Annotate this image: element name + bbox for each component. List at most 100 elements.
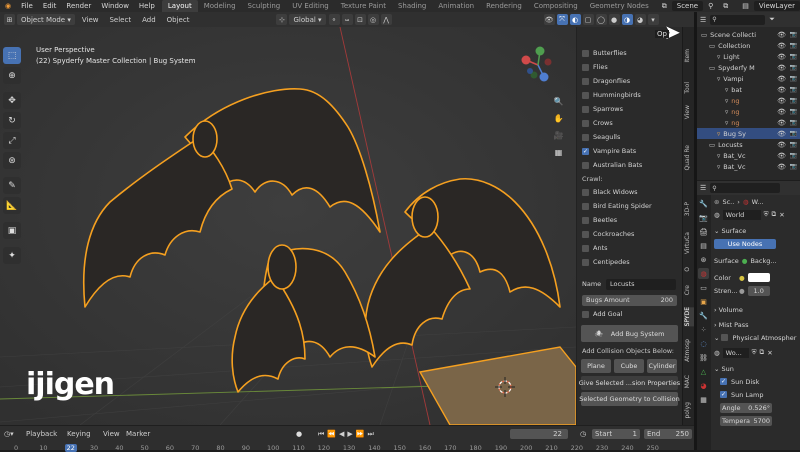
- eye-icon[interactable]: 👁: [777, 130, 786, 138]
- outliner-row[interactable]: ▿ Vampi 👁 📷: [697, 73, 800, 84]
- overlays-icon[interactable]: ◐: [569, 14, 581, 25]
- transform-icon[interactable]: ⊛: [3, 152, 21, 169]
- add-cube-icon[interactable]: ▣: [3, 222, 21, 239]
- view-layer-tab-icon[interactable]: ▤: [698, 240, 709, 251]
- marker-menu[interactable]: Marker: [126, 430, 150, 438]
- eye-icon[interactable]: 👁: [777, 108, 786, 116]
- atmosphere-world-field[interactable]: Wo...: [722, 347, 749, 358]
- fly-bug-checkbox[interactable]: [582, 105, 589, 113]
- shading-options-icon[interactable]: ▾: [647, 14, 659, 25]
- eye-icon[interactable]: 👁: [777, 141, 786, 149]
- texture-tab-icon[interactable]: ▦: [698, 394, 709, 405]
- blender-logo-icon[interactable]: ◉: [0, 0, 16, 12]
- prev-key-icon[interactable]: ⏪: [327, 430, 339, 438]
- side-tab[interactable]: VirtuCa: [684, 232, 694, 254]
- crawl-bug-checkbox[interactable]: [582, 216, 589, 224]
- move-icon[interactable]: ✥: [3, 92, 21, 109]
- tab-geometry-nodes[interactable]: Geometry Nodes: [584, 0, 655, 12]
- side-tab[interactable]: Tool: [684, 82, 694, 94]
- tab-layout[interactable]: Layout: [161, 0, 198, 12]
- unlink-icon[interactable]: ✕: [779, 211, 784, 219]
- render-camera-icon[interactable]: 📷: [790, 97, 797, 104]
- render-camera-icon[interactable]: 📷: [790, 141, 797, 148]
- next-key-icon[interactable]: ⏩: [356, 430, 368, 438]
- eye-icon[interactable]: 👁: [777, 152, 786, 160]
- fly-bug-checkbox[interactable]: [582, 63, 589, 71]
- side-tab[interactable]: 3D-P: [684, 202, 694, 216]
- outliner-row[interactable]: ▿ Bat_Vc 👁 📷: [697, 150, 800, 161]
- fly-bug-checkbox[interactable]: [582, 77, 589, 85]
- collection-tab-icon[interactable]: ▭: [698, 282, 709, 293]
- eye-icon[interactable]: 👁: [777, 64, 786, 72]
- crawl-bug-item[interactable]: Cockroaches: [577, 227, 682, 241]
- orientation-selector[interactable]: Global ▾: [289, 14, 326, 25]
- eye-icon[interactable]: 👁: [777, 97, 786, 105]
- proportional-edit-icon[interactable]: ◎: [367, 14, 379, 25]
- xray-icon[interactable]: ▢: [582, 14, 594, 25]
- filter-icon[interactable]: ⏷: [769, 15, 775, 24]
- add-goal-row[interactable]: Add Goal: [577, 307, 682, 321]
- outliner-row[interactable]: ▿ Bug Sy 👁 📷: [697, 128, 800, 139]
- tab-compositing[interactable]: Compositing: [528, 0, 584, 12]
- angle-field[interactable]: Angle 0.526°: [720, 402, 772, 413]
- cursor-icon[interactable]: ⊕: [3, 67, 21, 84]
- extra-tool-icon[interactable]: ✦: [3, 247, 21, 264]
- surface-panel-header[interactable]: ⌄ Surface: [714, 224, 800, 237]
- menu-window[interactable]: Window: [96, 0, 134, 12]
- fly-bug-item[interactable]: ✓ Vampire Bats: [577, 144, 682, 158]
- eye-icon[interactable]: 👁: [777, 86, 786, 94]
- tab-sculpting[interactable]: Sculpting: [242, 0, 287, 12]
- mode-selector[interactable]: Object Mode ▾: [17, 14, 75, 25]
- crawl-bug-item[interactable]: Beetles: [577, 213, 682, 227]
- outliner-row[interactable]: ▿ ng 👁 📷: [697, 106, 800, 117]
- add-bug-system-button[interactable]: 🕷 Add Bug System: [581, 325, 678, 342]
- tab-uv-editing[interactable]: UV Editing: [286, 0, 335, 12]
- render-camera-icon[interactable]: 📷: [790, 163, 797, 170]
- strength-field[interactable]: 1.0: [747, 285, 770, 296]
- side-tab[interactable]: View: [684, 105, 694, 119]
- wireframe-shading-icon[interactable]: ◯: [595, 14, 607, 25]
- collision-cube-button[interactable]: Cube: [614, 359, 644, 373]
- jump-end-icon[interactable]: ⏭: [368, 430, 377, 438]
- particles-tab-icon[interactable]: ⁘: [698, 324, 709, 335]
- outliner-search-field[interactable]: ⚲: [710, 14, 766, 25]
- render-camera-icon[interactable]: 📷: [790, 119, 797, 126]
- sun-lamp-checkbox[interactable]: ✓: [720, 391, 727, 398]
- give-selected-button[interactable]: Give Selected ...sion Properties: [579, 376, 680, 390]
- modifier-tab-icon[interactable]: 🔧: [698, 310, 709, 321]
- crawl-bug-item[interactable]: Centipedes: [577, 255, 682, 269]
- temperature-field[interactable]: Tempera 5700: [720, 415, 772, 426]
- menu-edit[interactable]: Edit: [38, 0, 62, 12]
- outliner-row[interactable]: ▿ ng 👁 📷: [697, 117, 800, 128]
- fly-bug-item[interactable]: Sparrows: [577, 102, 682, 116]
- play-icon[interactable]: ▶: [347, 430, 355, 438]
- render-camera-icon[interactable]: 📷: [790, 64, 797, 71]
- outliner-row[interactable]: ▭ Collection 👁 📷: [697, 40, 800, 51]
- visibility-icon[interactable]: 👁: [543, 14, 555, 25]
- render-camera-icon[interactable]: 📷: [790, 130, 797, 137]
- tool-tab-icon[interactable]: 🔧: [698, 198, 709, 209]
- side-tab[interactable]: Atmosp: [684, 339, 694, 362]
- render-camera-icon[interactable]: 📷: [790, 108, 797, 115]
- snap-icon[interactable]: ⧢: [341, 14, 353, 25]
- copy-icon[interactable]: ⧉: [718, 0, 733, 12]
- 3d-viewport[interactable]: ⬚ ⊕ ✥ ↻ ⤢ ⊛ ✎ 📐 ▣ ✦ User Perspective (22…: [0, 27, 576, 425]
- side-tab[interactable]: polyg: [684, 402, 694, 419]
- current-frame-field[interactable]: 22: [510, 429, 568, 439]
- properties-editor-icon[interactable]: ☰: [700, 184, 706, 192]
- tab-texture-paint[interactable]: Texture Paint: [335, 0, 392, 12]
- render-camera-icon[interactable]: 📷: [790, 152, 797, 159]
- fly-bug-item[interactable]: Australian Bats: [577, 158, 682, 172]
- side-tab[interactable]: O: [684, 267, 694, 272]
- side-tab[interactable]: SPYDE: [684, 307, 694, 327]
- eye-icon[interactable]: 👁: [777, 31, 786, 39]
- tab-shading[interactable]: Shading: [392, 0, 432, 12]
- sun-lamp-row[interactable]: ✓ Sun Lamp: [714, 388, 800, 401]
- outliner-row[interactable]: ▿ ng 👁 📷: [697, 95, 800, 106]
- material-tab-icon[interactable]: ◕: [698, 380, 709, 391]
- eye-icon[interactable]: 👁: [777, 75, 786, 83]
- mist-pass-header[interactable]: › Mist Pass: [714, 318, 800, 331]
- crawl-bug-checkbox[interactable]: [582, 188, 589, 196]
- constraints-tab-icon[interactable]: ⛓: [698, 352, 709, 363]
- fly-bug-checkbox[interactable]: ✓: [582, 147, 589, 155]
